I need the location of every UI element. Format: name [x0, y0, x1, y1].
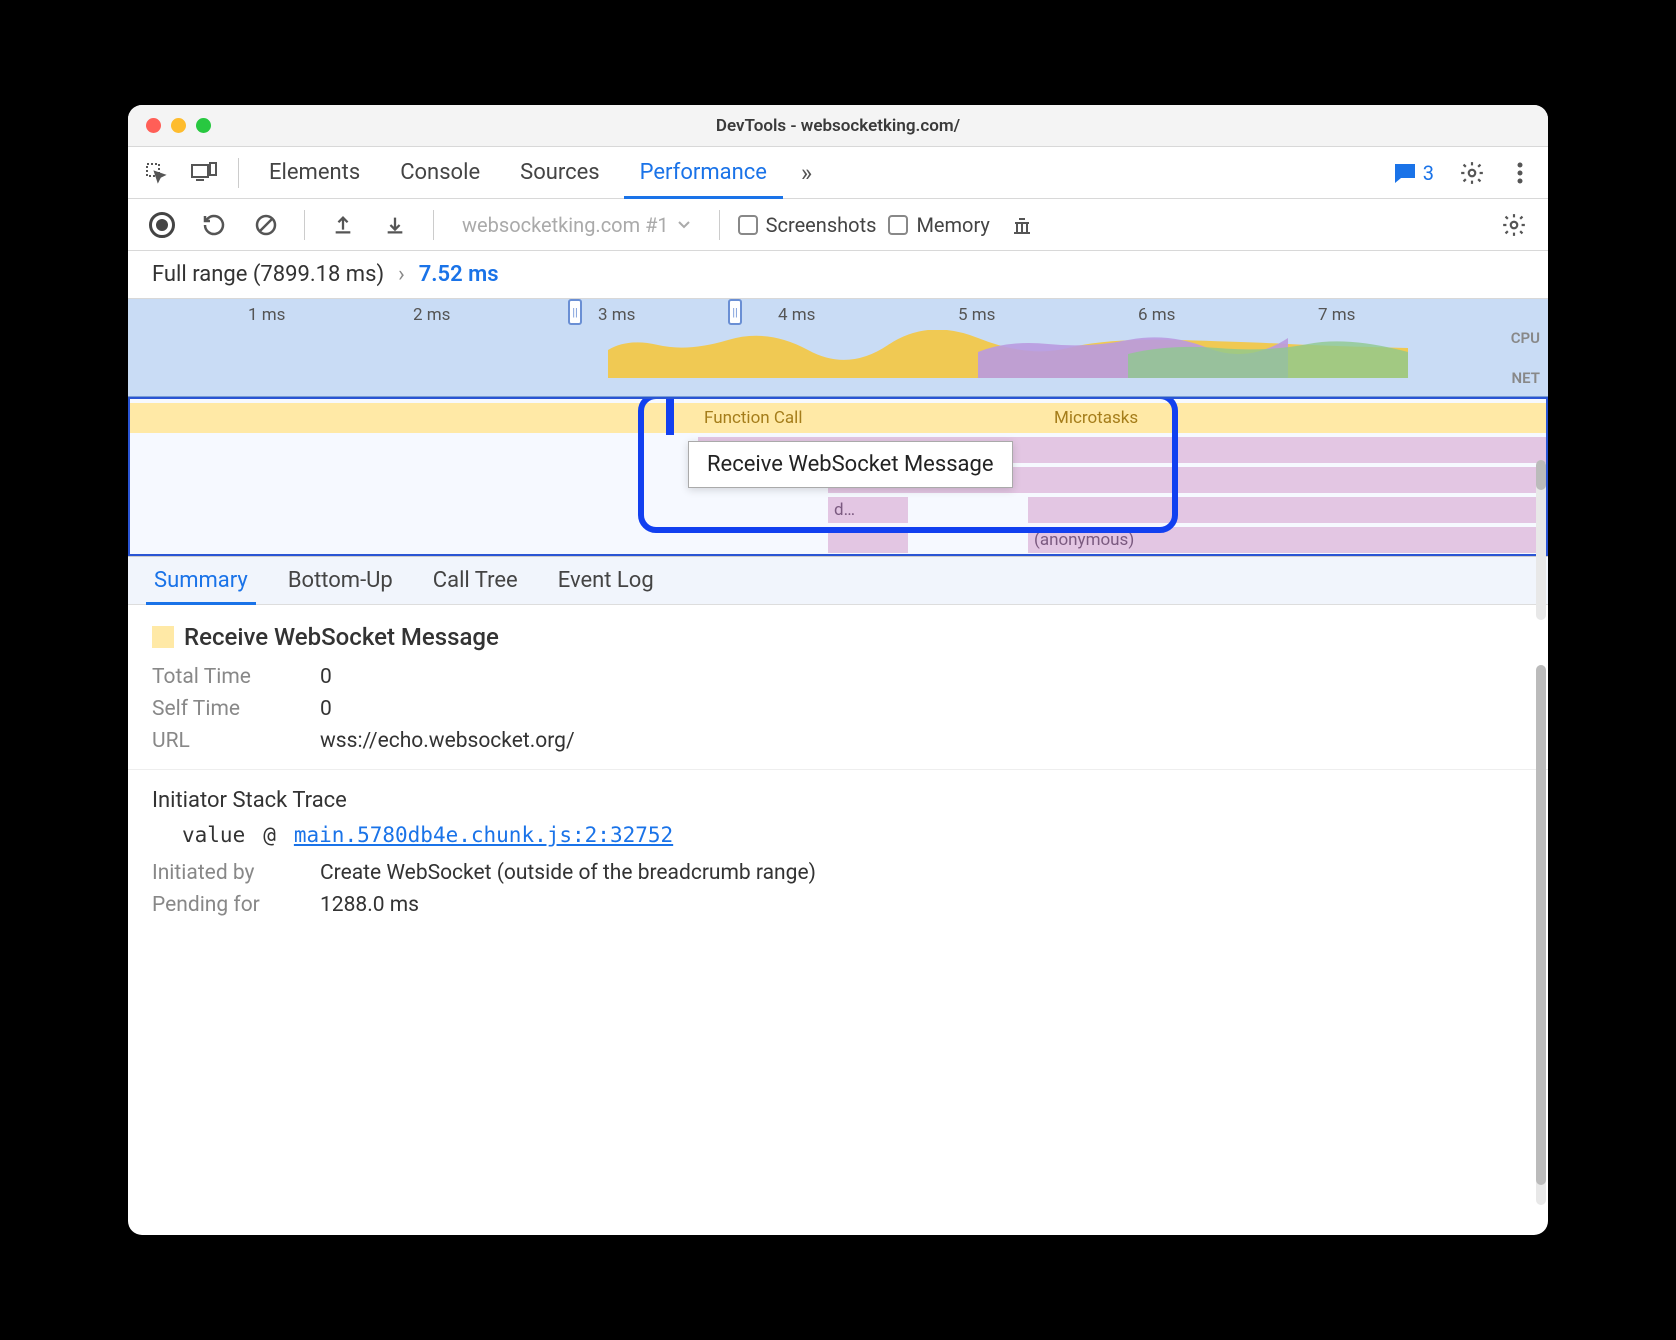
devtools-window: DevTools - websocketking.com/ Elements C… — [128, 105, 1548, 1235]
divider — [719, 210, 720, 240]
summary-event-name: Receive WebSocket Message — [184, 623, 499, 651]
divider — [304, 210, 305, 240]
kebab-menu-icon[interactable] — [1500, 153, 1540, 193]
divider — [433, 210, 434, 240]
pending-for-value: 1288.0 ms — [320, 893, 419, 917]
screenshots-checkbox[interactable]: Screenshots — [738, 213, 877, 237]
tab-elements[interactable]: Elements — [253, 147, 376, 198]
initiated-by-value: Create WebSocket (outside of the breadcr… — [320, 861, 816, 885]
tooltip-text: Receive WebSocket Message — [707, 452, 994, 477]
flame-bar-microtasks[interactable]: Microtasks — [1048, 403, 1268, 433]
messages-count: 3 — [1423, 161, 1434, 185]
overview-tick: 5 ms — [958, 305, 995, 325]
stack-link[interactable]: main.5780db4e.chunk.js:2:32752 — [294, 823, 673, 847]
net-label: NET — [1512, 369, 1540, 387]
time-breadcrumb: Full range (7899.18 ms) › 7.52 ms — [128, 251, 1548, 299]
stack-fn: value — [182, 823, 245, 847]
memory-label: Memory — [916, 213, 989, 237]
summary-pane: Receive WebSocket Message Total Time 0 S… — [128, 605, 1548, 1235]
flame-bar-row4b[interactable] — [1028, 497, 1548, 523]
summary-event-title: Receive WebSocket Message — [152, 623, 1524, 651]
flame-bar-anonymous[interactable]: (anonymous) — [1028, 527, 1548, 553]
checkbox-icon — [738, 215, 758, 235]
dtab-call-tree[interactable]: Call Tree — [425, 557, 526, 604]
tab-console[interactable]: Console — [384, 147, 496, 198]
chevron-right-icon: › — [398, 262, 405, 287]
breadcrumb-full-range[interactable]: Full range (7899.18 ms) — [152, 262, 384, 287]
event-color-swatch — [152, 626, 174, 648]
minimize-window-button[interactable] — [171, 118, 186, 133]
summary-scrollbar[interactable] — [1536, 665, 1546, 1205]
reload-button[interactable] — [194, 205, 234, 245]
titlebar: DevTools - websocketking.com/ — [128, 105, 1548, 147]
more-tabs-button[interactable]: » — [791, 159, 822, 187]
overview-tick: 6 ms — [1138, 305, 1175, 325]
dtab-summary[interactable]: Summary — [146, 557, 256, 604]
inspect-element-icon[interactable] — [136, 153, 176, 193]
main-tabs-row: Elements Console Sources Performance » 3 — [128, 147, 1548, 199]
checkbox-icon — [888, 215, 908, 235]
dtab-event-log[interactable]: Event Log — [550, 557, 662, 604]
initiated-by-label: Initiated by — [152, 861, 302, 885]
screenshots-label: Screenshots — [766, 213, 877, 237]
stack-trace-title: Initiator Stack Trace — [152, 788, 1524, 813]
download-profile-icon[interactable] — [375, 205, 415, 245]
collect-garbage-icon[interactable] — [1002, 205, 1042, 245]
flame-tooltip: Receive WebSocket Message — [688, 441, 1013, 488]
profile-select[interactable]: websocketking.com #1 — [452, 213, 701, 237]
url-value: wss://echo.websocket.org/ — [320, 729, 575, 753]
tab-sources[interactable]: Sources — [504, 147, 616, 198]
overview-tick: 1 ms — [248, 305, 285, 325]
overview-tick: 7 ms — [1318, 305, 1355, 325]
overview-tick: 4 ms — [778, 305, 815, 325]
overview-tick: 3 ms — [598, 305, 635, 325]
selection-marker — [666, 399, 674, 435]
flame-bar-function-call[interactable]: Function Call — [698, 403, 1048, 433]
flame-chart[interactable]: 0.6 ms 3100.8 ms 3101.0 ms 3101.2 ms 310… — [128, 397, 1548, 557]
settings-icon[interactable] — [1452, 153, 1492, 193]
dtab-bottom-up[interactable]: Bottom-Up — [280, 557, 401, 604]
overview-cpu-chart — [128, 330, 1488, 378]
window-title: DevTools - websocketking.com/ — [128, 116, 1548, 136]
cpu-label: CPU — [1511, 329, 1540, 347]
profile-label: websocketking.com #1 — [462, 213, 669, 237]
tab-performance[interactable]: Performance — [624, 147, 783, 198]
clear-button[interactable] — [246, 205, 286, 245]
flame-scrollbar[interactable] — [1536, 460, 1546, 620]
breadcrumb-selected[interactable]: 7.52 ms — [419, 262, 499, 287]
capture-settings-icon[interactable] — [1494, 205, 1534, 245]
self-time-label: Self Time — [152, 697, 302, 721]
overview-tick: 2 ms — [413, 305, 450, 325]
record-button[interactable] — [142, 205, 182, 245]
memory-checkbox[interactable]: Memory — [888, 213, 989, 237]
close-window-button[interactable] — [146, 118, 161, 133]
messages-badge[interactable]: 3 — [1383, 161, 1444, 185]
flame-bar-d[interactable]: d… — [828, 497, 908, 523]
divider — [238, 158, 239, 188]
device-toggle-icon[interactable] — [184, 153, 224, 193]
flame-bar-row5a[interactable] — [828, 527, 908, 553]
url-label: URL — [152, 729, 302, 753]
self-time-value: 0 — [320, 697, 332, 721]
scrollbar-thumb[interactable] — [1536, 665, 1546, 1185]
total-time-value: 0 — [320, 665, 332, 689]
stack-at: @ — [263, 823, 276, 847]
upload-profile-icon[interactable] — [323, 205, 363, 245]
overview-handle-left[interactable]: || — [568, 299, 582, 325]
traffic-lights — [146, 118, 211, 133]
maximize-window-button[interactable] — [196, 118, 211, 133]
divider — [128, 769, 1548, 770]
total-time-label: Total Time — [152, 665, 302, 689]
performance-toolbar: websocketking.com #1 Screenshots Memory — [128, 199, 1548, 251]
pending-for-label: Pending for — [152, 893, 302, 917]
overview-handle-right[interactable]: || — [728, 299, 742, 325]
chevron-down-icon — [677, 220, 691, 230]
overview-strip[interactable]: 1 ms 2 ms 3 ms 4 ms 5 ms 6 ms 7 ms CPU N… — [128, 299, 1548, 397]
details-tabs: Summary Bottom-Up Call Tree Event Log — [128, 557, 1548, 605]
scrollbar-thumb[interactable] — [1536, 460, 1546, 490]
